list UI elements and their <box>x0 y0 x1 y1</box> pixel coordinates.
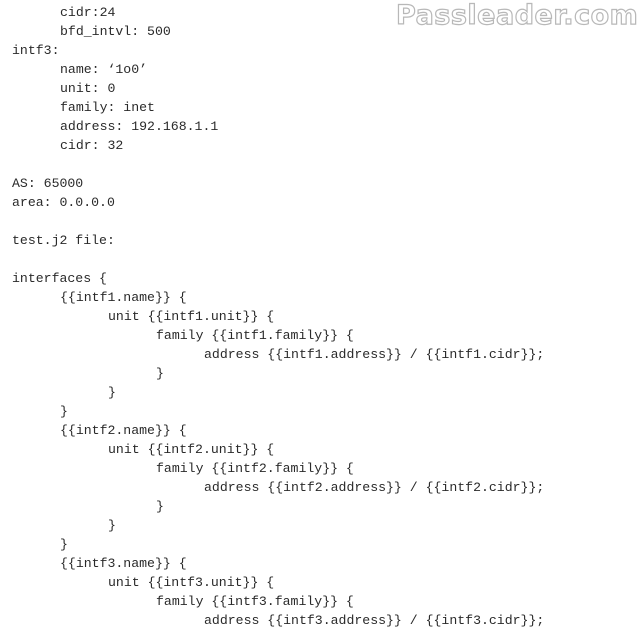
code-line: } <box>60 537 68 552</box>
code-line: } <box>108 385 116 400</box>
code-line: unit {{intf2.unit}} { <box>108 442 275 457</box>
code-line: bfd_intvl: 500 <box>60 24 171 39</box>
code-line: address {{intf2.address}} / {{intf2.cidr… <box>204 480 545 495</box>
code-line: family {{intf1.family}} { <box>156 328 354 343</box>
code-line: } <box>156 366 164 381</box>
code-line: intf3: <box>12 43 60 58</box>
code-line: cidr: 32 <box>60 138 124 153</box>
code-line: {{intf3.name}} { <box>60 556 187 571</box>
code-line: address {{intf3.address}} / {{intf3.cidr… <box>204 613 545 628</box>
code-line: {{intf1.name}} { <box>60 290 187 305</box>
code-line: AS: 65000 <box>12 176 84 191</box>
code-line: unit {{intf3.unit}} { <box>108 575 275 590</box>
code-line: } <box>60 404 68 419</box>
code-line: family {{intf3.family}} { <box>156 594 354 609</box>
code-line: name: ‘1o0’ <box>60 62 148 77</box>
code-line: area: 0.0.0.0 <box>12 195 115 210</box>
code-line: } <box>156 499 164 514</box>
code-line: test.j2 file: <box>12 233 115 248</box>
code-line: unit {{intf1.unit}} { <box>108 309 275 324</box>
code-line: } <box>108 518 116 533</box>
code-line: {{intf2.name}} { <box>60 423 187 438</box>
code-line: unit: 0 <box>60 81 116 96</box>
code-line: address: 192.168.1.1 <box>60 119 219 134</box>
code-line: family {{intf2.family}} { <box>156 461 354 476</box>
code-line: cidr:24 <box>60 5 116 20</box>
code-line: interfaces { <box>12 271 107 286</box>
code-line: family: inet <box>60 100 155 115</box>
code-document: cidr:24 bfd_intvl: 500 intf3: name: ‘1o0’ un… <box>12 3 544 630</box>
code-line: address {{intf1.address}} / {{intf1.cidr… <box>204 347 545 362</box>
